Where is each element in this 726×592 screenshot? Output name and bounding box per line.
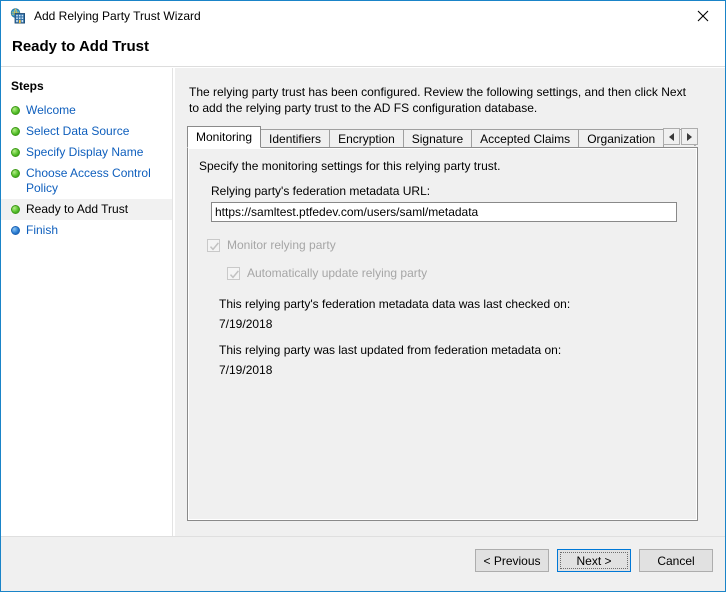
tab-strip: Monitoring Identifiers Encryption Signat… (187, 126, 698, 148)
intro-text: The relying party trust has been configu… (189, 85, 686, 115)
tab-monitoring[interactable]: Monitoring (187, 126, 262, 148)
tab-label: Organization (587, 132, 656, 146)
step-status-icon (11, 226, 20, 235)
sidebar-item-welcome[interactable]: Welcome (1, 100, 172, 121)
checkbox-label: Monitor relying party (227, 238, 336, 252)
checkbox-label: Automatically update relying party (247, 266, 428, 280)
settings-tab-control: Monitoring Identifiers Encryption Signat… (187, 126, 698, 521)
sidebar-item-choose-access-control-policy[interactable]: Choose Access Control Policy (1, 163, 172, 199)
step-status-icon (11, 169, 20, 178)
panel-description: Specify the monitoring settings for this… (199, 159, 501, 173)
tab-page-inner: Specify the monitoring settings for this… (188, 148, 697, 520)
tab-label: Identifiers (269, 132, 322, 146)
sidebar-item-ready-to-add-trust[interactable]: Ready to Add Trust (1, 199, 172, 220)
previous-button[interactable]: < Previous (475, 549, 549, 572)
tab-label: Encryption (338, 132, 395, 146)
step-status-icon (11, 205, 20, 214)
tab-accepted-claims[interactable]: Accepted Claims (471, 129, 580, 148)
step-status-icon (11, 127, 20, 136)
last-updated-date: 7/19/2018 (219, 363, 273, 377)
sidebar-item-label: Select Data Source (26, 124, 130, 138)
steps-sidebar: Steps Welcome Select Data Source Specify… (1, 68, 173, 536)
tab-organization[interactable]: Organization (578, 129, 665, 148)
tab-identifiers[interactable]: Identifiers (260, 129, 331, 148)
window-title: Add Relying Party Trust Wizard (34, 8, 201, 23)
tab-encryption[interactable]: Encryption (329, 129, 404, 148)
footer-button-group: < Previous Next > Cancel (467, 549, 713, 572)
step-status-icon (11, 106, 20, 115)
tab-label: Accepted Claims (480, 132, 571, 146)
last-updated-label: This relying party was last updated from… (219, 343, 562, 357)
sidebar-item-label: Finish (26, 223, 59, 237)
last-checked-label: This relying party's federation metadata… (219, 297, 571, 311)
close-icon[interactable] (680, 1, 725, 30)
cancel-button[interactable]: Cancel (639, 549, 713, 572)
page-header: Ready to Add Trust (1, 30, 725, 67)
sidebar-item-select-data-source[interactable]: Select Data Source (1, 121, 172, 142)
tab-page-monitoring: Specify the monitoring settings for this… (187, 147, 698, 521)
tab-label: Signature (411, 132, 464, 146)
page-title: Ready to Add Trust (12, 38, 149, 55)
adfs-wizard-icon (10, 7, 26, 24)
tab-scroll-buttons (663, 128, 698, 145)
wizard-window: Add Relying Party Trust Wizard Ready to … (0, 0, 726, 592)
steps-heading: Steps (11, 79, 44, 93)
sidebar-item-label: Ready to Add Trust (26, 202, 129, 216)
next-button[interactable]: Next > (557, 549, 631, 572)
metadata-url-label: Relying party's federation metadata URL: (211, 184, 431, 198)
tab-label: Monitoring (196, 130, 253, 144)
checkbox-checked-icon (227, 266, 240, 280)
step-status-icon (11, 148, 20, 157)
sidebar-item-specify-display-name[interactable]: Specify Display Name (1, 142, 172, 163)
previous-button-label: < Previous (483, 553, 541, 568)
sidebar-item-label: Choose Access Control Policy (26, 166, 151, 195)
main-content: The relying party trust has been configu… (174, 68, 725, 536)
sidebar-item-label: Specify Display Name (26, 145, 144, 159)
scroll-left-icon[interactable] (663, 128, 680, 145)
cancel-button-label: Cancel (657, 553, 695, 568)
scroll-right-icon[interactable] (681, 128, 698, 145)
auto-update-relying-party-checkbox[interactable]: Automatically update relying party (227, 266, 427, 280)
steps-list: Welcome Select Data Source Specify Displ… (1, 100, 172, 241)
wizard-footer: < Previous Next > Cancel (1, 536, 725, 591)
focus-ring (560, 552, 628, 569)
monitor-relying-party-checkbox[interactable]: Monitor relying party (207, 238, 336, 252)
title-bar: Add Relying Party Trust Wizard (1, 1, 725, 30)
sidebar-item-finish[interactable]: Finish (1, 220, 172, 241)
sidebar-item-label: Welcome (26, 103, 76, 117)
checkbox-checked-icon (207, 238, 220, 252)
tab-signature[interactable]: Signature (402, 129, 473, 148)
metadata-url-input[interactable] (211, 202, 677, 222)
last-checked-date: 7/19/2018 (219, 317, 273, 331)
